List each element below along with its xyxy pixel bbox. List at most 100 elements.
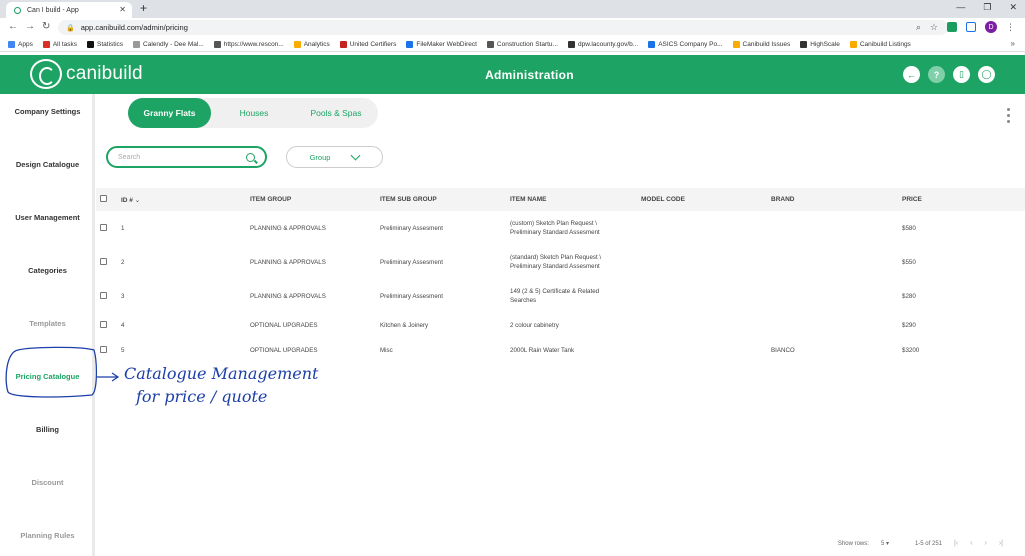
- column-header-brand: BRAND: [771, 196, 795, 203]
- profile-avatar[interactable]: D: [985, 21, 997, 33]
- table-header: ID # ⌄ ITEM GROUP ITEM SUB GROUP ITEM NA…: [96, 188, 1025, 211]
- browser-tab-title: Can I build - App: [27, 6, 79, 14]
- sidebar-item-design-catalogue[interactable]: Design Catalogue: [0, 160, 95, 169]
- url-bar[interactable]: 🔒 app.canibuild.com/admin/pricing: [58, 20, 948, 35]
- row-checkbox[interactable]: [100, 321, 107, 328]
- column-header-price: PRICE: [902, 196, 922, 203]
- column-header-item-group: ITEM GROUP: [250, 196, 292, 203]
- search-input[interactable]: Search: [106, 146, 267, 168]
- show-rows-label: Show rows:: [837, 540, 869, 547]
- sidebar-item-user-management[interactable]: User Management: [0, 213, 95, 222]
- prev-page-icon[interactable]: ‹: [970, 540, 972, 547]
- bookmark-icon: [849, 40, 857, 48]
- more-options-icon[interactable]: [1007, 108, 1010, 123]
- bookmark-icon: [213, 40, 221, 48]
- select-all-checkbox[interactable]: [100, 195, 107, 202]
- bookmark-item[interactable]: Calendly - Dee Mal...: [133, 40, 204, 48]
- tab-pools-spas[interactable]: Pools & Spas: [296, 98, 376, 128]
- bookmark-item[interactable]: Construction Startu...: [486, 40, 558, 48]
- cell-id: 1: [121, 225, 125, 232]
- cell-price: $290: [902, 322, 916, 329]
- tab-houses[interactable]: Houses: [214, 98, 294, 128]
- bookmark-item[interactable]: FileMaker WebDirect: [406, 40, 477, 48]
- next-page-icon[interactable]: ›: [985, 540, 987, 547]
- cell-subgroup: Kitchen & Joinery: [380, 322, 429, 329]
- cell-item-name: 149 (2 & 5) Certificate & Related Searche…: [510, 288, 600, 304]
- reload-icon[interactable]: ↻: [42, 21, 50, 32]
- sidebar-item-billing[interactable]: Billing: [0, 425, 95, 434]
- group-dropdown-label: Group: [309, 152, 331, 162]
- close-tab-icon[interactable]: ✕: [119, 5, 126, 14]
- search-icon[interactable]: [246, 152, 255, 162]
- bookmark-item[interactable]: United Certifiers: [339, 40, 396, 48]
- browser-tab-bar: Can I build - App ✕ + — ❐ ✕: [0, 0, 1025, 18]
- rows-per-page-select[interactable]: 5 ▾: [881, 540, 889, 547]
- row-checkbox[interactable]: [100, 258, 107, 265]
- group-dropdown[interactable]: Group: [286, 146, 383, 168]
- bookmark-icon: [486, 40, 494, 48]
- column-header-model-code: MODEL CODE: [641, 196, 685, 203]
- zoom-icon[interactable]: ⌕: [916, 22, 921, 33]
- bookmark-icon: [339, 40, 347, 48]
- bookmarks-overflow-icon[interactable]: »: [1011, 39, 1015, 48]
- cell-group: PLANNING & APPROVALS: [250, 293, 326, 300]
- bookmark-item[interactable]: https://www.rescon...: [213, 40, 284, 48]
- tab-granny-flats[interactable]: Granny Flats: [128, 98, 211, 128]
- page-title: Administration: [485, 68, 574, 82]
- sidebar-item-discount[interactable]: Discount: [0, 478, 95, 487]
- book-icon[interactable]: ▯: [953, 66, 970, 83]
- bookmark-item[interactable]: Apps: [8, 40, 33, 48]
- restore-icon[interactable]: ❐: [983, 2, 991, 13]
- cell-subgroup: Preliminary Assesment: [380, 259, 443, 266]
- sidebar: Company Settings Design Catalogue User Man…: [0, 94, 95, 556]
- back-icon[interactable]: ←: [8, 21, 18, 32]
- extension-sheets-icon[interactable]: [947, 22, 957, 32]
- cell-price: $3200: [902, 347, 920, 354]
- browser-menu-icon[interactable]: ⋮: [1006, 22, 1015, 33]
- bookmarks-bar: Apps All tasks Statistics Calendly - Dee Ma…: [0, 37, 1025, 52]
- bookmark-item[interactable]: dpw.lacounty.gov/b...: [567, 40, 638, 48]
- browser-tab[interactable]: Can I build - App ✕: [6, 2, 132, 18]
- cell-price: $280: [902, 293, 916, 300]
- star-icon[interactable]: ☆: [930, 22, 938, 33]
- back-arrow-icon[interactable]: ←: [903, 66, 920, 83]
- chevron-down-icon: [350, 150, 361, 160]
- cell-group: PLANNING & APPROVALS: [250, 259, 326, 266]
- annotation-line-2: for price / quote: [136, 387, 268, 406]
- cell-price: $580: [902, 225, 916, 232]
- sidebar-item-templates[interactable]: Templates: [0, 319, 95, 328]
- search-placeholder: Search: [118, 153, 141, 161]
- help-icon[interactable]: ?: [928, 66, 945, 83]
- cell-id: 4: [121, 322, 125, 329]
- bookmark-icon: [800, 40, 808, 48]
- bookmark-item[interactable]: Statistics: [87, 40, 123, 48]
- close-window-icon[interactable]: ✕: [1009, 2, 1017, 13]
- cell-subgroup: Preliminary Assesment: [380, 293, 443, 300]
- sidebar-item-categories[interactable]: Categories: [0, 266, 95, 275]
- bookmark-item[interactable]: Canibuild Issues: [732, 40, 790, 48]
- sidebar-item-company-settings[interactable]: Company Settings: [0, 107, 95, 116]
- first-page-icon[interactable]: |‹: [954, 540, 958, 547]
- row-checkbox[interactable]: [100, 292, 107, 299]
- row-checkbox[interactable]: [100, 224, 107, 231]
- forward-icon[interactable]: →: [25, 21, 35, 32]
- cell-group: OPTIONAL UPGRADES: [250, 322, 318, 329]
- lock-icon: 🔒: [66, 24, 75, 32]
- bookmark-item[interactable]: Canibuild Listings: [849, 40, 911, 48]
- new-tab-icon[interactable]: +: [140, 1, 147, 15]
- minimize-icon[interactable]: —: [956, 2, 965, 13]
- bookmark-item[interactable]: HighScale: [800, 40, 840, 48]
- annotation-line-1: Catalogue Management: [124, 364, 319, 383]
- sidebar-item-planning-rules[interactable]: Planning Rules: [0, 531, 95, 540]
- last-page-icon[interactable]: ›|: [999, 540, 1003, 547]
- bookmark-item[interactable]: ASICS Company Po...: [648, 40, 723, 48]
- column-header-item-name: ITEM NAME: [510, 196, 547, 203]
- pagination: Show rows: 5 ▾ 1-5 of 251 |‹ ‹ › ›|: [838, 540, 1003, 547]
- extension-grid-icon[interactable]: [966, 22, 976, 32]
- bookmark-item[interactable]: Analytics: [293, 40, 330, 48]
- bookmark-item[interactable]: All tasks: [42, 40, 77, 48]
- column-header-id[interactable]: ID # ⌄: [121, 196, 140, 204]
- cell-group: PLANNING & APPROVALS: [250, 225, 326, 232]
- cell-price: $550: [902, 259, 916, 266]
- user-icon[interactable]: ◯: [978, 66, 995, 83]
